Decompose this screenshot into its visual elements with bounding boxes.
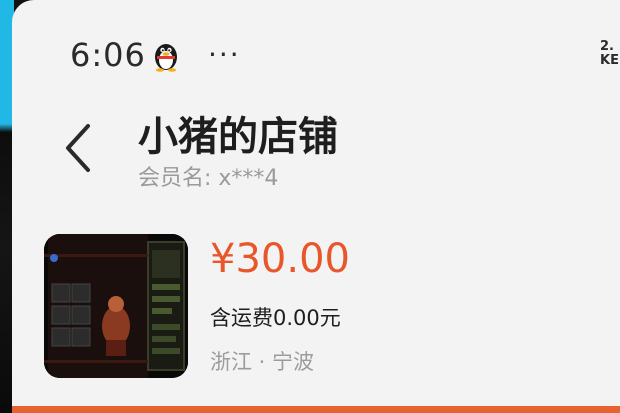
product-price: ¥30.00 [210,236,350,282]
more-icon[interactable]: ··· [208,38,241,71]
network-speed-unit: KE [600,53,619,68]
bottom-accent-bar [12,406,620,413]
chevron-left-icon[interactable] [62,122,96,174]
network-speed: 2. KE [600,40,619,68]
product-thumbnail[interactable] [44,234,188,378]
status-time: 6:06 [70,36,146,74]
shipping-info: 含运费0.00元 [210,306,341,330]
network-speed-value: 2. [600,39,614,54]
shop-sheet: 6:06 ··· 2. KE 小猪的店铺 会员名: x***4 ¥30.00 含… [12,0,620,413]
shop-title: 小猪的店铺 [138,114,338,160]
game-screenshot-image [44,234,188,378]
penguin-icon [155,44,177,72]
seller-location: 浙江 · 宁波 [210,350,315,374]
member-name: 会员名: x***4 [138,166,279,191]
